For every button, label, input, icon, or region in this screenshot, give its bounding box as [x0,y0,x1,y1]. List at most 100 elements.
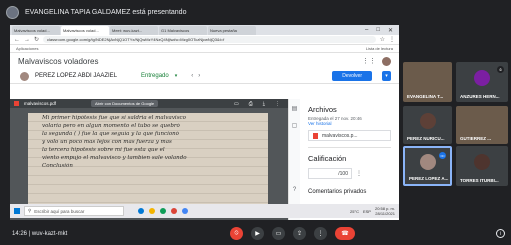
download-icon[interactable]: ⤓ [263,101,265,107]
taskbar-search[interactable]: ⚲ Escribir aquí para buscar [24,206,124,216]
browser-tabbar: Malvaviscos volad... Malvaviscos volad..… [10,25,399,35]
menu-icon[interactable]: ⋮ [389,36,395,43]
taskbar-apps [138,208,188,214]
present-button[interactable]: ⇪ [293,227,306,240]
assignment-title: Malvaviscos voladores [18,56,99,66]
avatar [419,113,436,130]
avatar [474,154,490,170]
participant-tile[interactable]: TORRES ITURBI... [456,146,508,186]
back-icon[interactable]: ← [14,37,20,43]
print-icon[interactable]: ⎙ [249,101,253,107]
account-avatar[interactable] [382,56,391,66]
reload-icon[interactable]: ↻ [34,36,39,43]
handwritten-line: la segunda ( ) fue la que seguía y la qu… [42,131,179,137]
participant-tile[interactable]: ⦸ ANZURES HERN... [456,62,508,102]
help-icon[interactable]: ? [293,187,296,193]
url-field[interactable]: classroom.google.com/g/tg/NDE2NjAxNjQ1OT… [43,36,376,43]
bookmark-apps[interactable]: Aplicaciones [16,46,38,51]
mic-off-button[interactable]: ⦸ [230,227,243,240]
classroom-header: Malvaviscos voladores ⋮⋮ [10,53,399,69]
speaking-icon: ••• [439,152,446,159]
return-button[interactable]: Devolver [332,71,372,81]
presenter-bar: EVANGELINA TAPIA GALDAMEZ está presentan… [0,0,511,24]
handwritten-page: Mi primer hipótesis fue que si saldria e… [28,113,268,213]
info-icon[interactable]: i [496,229,505,238]
leave-call-button[interactable]: ☎ [335,227,355,240]
system-tray: 25°C ESP 20:58 p. m. 28/11/2021 [350,206,399,216]
maximize-icon[interactable]: □ [376,27,380,34]
participant-name: ANZURES HERN... [460,94,500,99]
participant-tile[interactable]: GUTIERREZ ... [456,106,508,144]
more-icon[interactable]: ⋮ [356,170,362,177]
participant-tile[interactable]: EVANGELINA T... [403,62,452,102]
comment-icon[interactable]: ▭ [234,101,239,107]
meet-window: EVANGELINA TAPIA GALDAMEZ está presentan… [0,0,511,245]
participant-tile[interactable]: PEREZ NURICU... [403,106,452,144]
app-icon[interactable] [182,208,188,214]
files-title: Archivos [308,105,337,114]
attachment-name: malvaviscos.p... [322,132,358,139]
grade-input[interactable]: /100 [308,168,352,179]
chevron-down-icon[interactable]: ▾ [175,73,178,79]
taskbar-search-placeholder: Escribir aquí para buscar [34,208,85,214]
date-text: 28/11/2021 [375,211,395,216]
reading-list[interactable]: Lista de lectura [366,46,399,51]
more-options-button[interactable]: ⋮ [314,227,327,240]
browser-tab[interactable]: Meet: wuv-kazt... [110,26,158,35]
open-with-button[interactable]: Abrir con Documentos de Google [91,100,159,107]
windows-start-icon[interactable] [14,208,20,214]
pdf-icon [313,132,318,139]
windows-taskbar: ⚲ Escribir aquí para buscar 25°C ESP 20:… [10,204,399,218]
star-icon[interactable]: ☆ [380,36,385,43]
return-options-button[interactable]: ▾ [382,71,391,81]
handwritten-line: Mi primer hipótesis fue que si saldria e… [42,115,186,121]
grade-title: Calificación [308,154,347,163]
apps-grid-icon[interactable]: ⋮⋮ [362,57,376,65]
browser-tab[interactable]: Malvaviscos volad... [12,26,60,35]
window-controls: – □ ✕ [365,27,399,34]
pdf-icon [14,101,19,106]
files-icon[interactable]: ▤ [292,105,298,112]
more-icon[interactable]: ⋮ [275,101,280,107]
prev-next-icons[interactable]: ‹ › [191,73,200,79]
camera-button[interactable]: ▶ [251,227,264,240]
presenter-label: EVANGELINA TAPIA GALDAMEZ está presentan… [25,8,187,16]
handwritten-line: viento empujo el malvavisco y tambien sa… [42,155,187,161]
weather-text: 25°C [350,208,359,214]
bookmarks-bar: Aplicaciones Lista de lectura [10,45,399,53]
browser-tab-active[interactable]: Malvaviscos volad... [61,26,109,35]
comments-icon[interactable]: ▢ [292,122,298,129]
participant-name: PEREZ LOPEZ A... [409,176,449,181]
call-controls: ⦸ ▶ ▭ ⇪ ⋮ ☎ [230,227,355,240]
divider [308,147,391,148]
captions-button[interactable]: ▭ [272,227,285,240]
attachment-chip[interactable]: malvaviscos.p... [308,130,391,141]
handwritten-line: la tercera hipotesis sobre mi fue esta q… [42,147,165,153]
minimize-icon[interactable]: – [365,27,368,34]
grading-panel: Archivos Entregada el 27 nov. 20:46 Ver … [300,99,399,220]
handwritten-line: volaria pero en algun momento el tubo se… [42,123,180,129]
shared-screen: Malvaviscos volad... Malvaviscos volad..… [10,25,399,220]
browser-tab[interactable]: G1 Malvaviscos [159,26,207,35]
app-icon[interactable] [171,208,177,214]
search-icon: ⚲ [28,208,32,213]
handwritten-line: Conclusión [42,163,73,169]
clock[interactable]: 20:58 p. m. 28/11/2021 [375,206,395,216]
history-link[interactable]: Ver historial [308,121,391,126]
student-bar: PEREZ LOPEZ ABDI JAAZIEL Entregado ▾ ‹ ›… [10,69,399,84]
mic-off-icon: ⦸ [497,66,504,73]
task-view-icon[interactable] [138,208,144,214]
chrome-icon[interactable] [160,208,166,214]
browser-tab[interactable]: Nueva pestaña [208,26,256,35]
avatar [474,70,490,86]
participant-tile[interactable]: ••• PEREZ LOPEZ A... [403,146,452,186]
language-indicator[interactable]: ESP [363,209,371,214]
student-name[interactable]: PEREZ LOPEZ ABDI JAAZIEL [35,73,117,79]
viewer-toolbar: malvaviscos.pdf Abrir con Documentos de … [10,99,288,108]
file-explorer-icon[interactable] [149,208,155,214]
side-strip: ▤ ▢ ? [288,99,300,220]
forward-icon[interactable]: → [24,37,30,43]
close-icon[interactable]: ✕ [388,27,393,34]
meet-controls-bar: 14:26 | wuv-kazt-mkt ⦸ ▶ ▭ ⇪ ⋮ ☎ i [0,222,511,245]
avatar [419,154,436,171]
